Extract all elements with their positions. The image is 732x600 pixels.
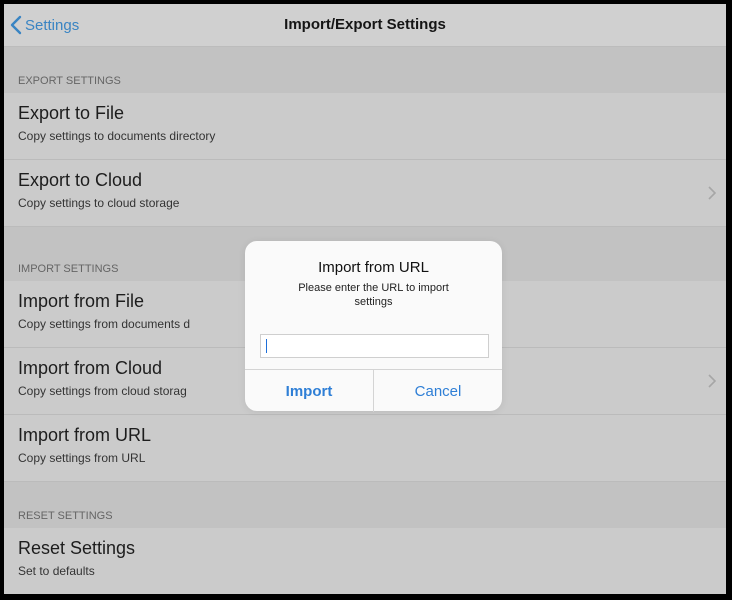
alert-actions: Import Cancel: [245, 369, 502, 412]
import-button[interactable]: Import: [245, 370, 374, 412]
settings-screen: Settings Import/Export Settings EXPORT S…: [4, 4, 726, 594]
text-cursor: [266, 339, 267, 353]
alert-message: Please enter the URL to import settings: [298, 282, 449, 308]
alert-title: Import from URL: [318, 259, 429, 276]
import-url-alert: Import from URL Please enter the URL to …: [245, 241, 502, 412]
url-input[interactable]: [260, 334, 489, 358]
cancel-button[interactable]: Cancel: [374, 370, 502, 412]
